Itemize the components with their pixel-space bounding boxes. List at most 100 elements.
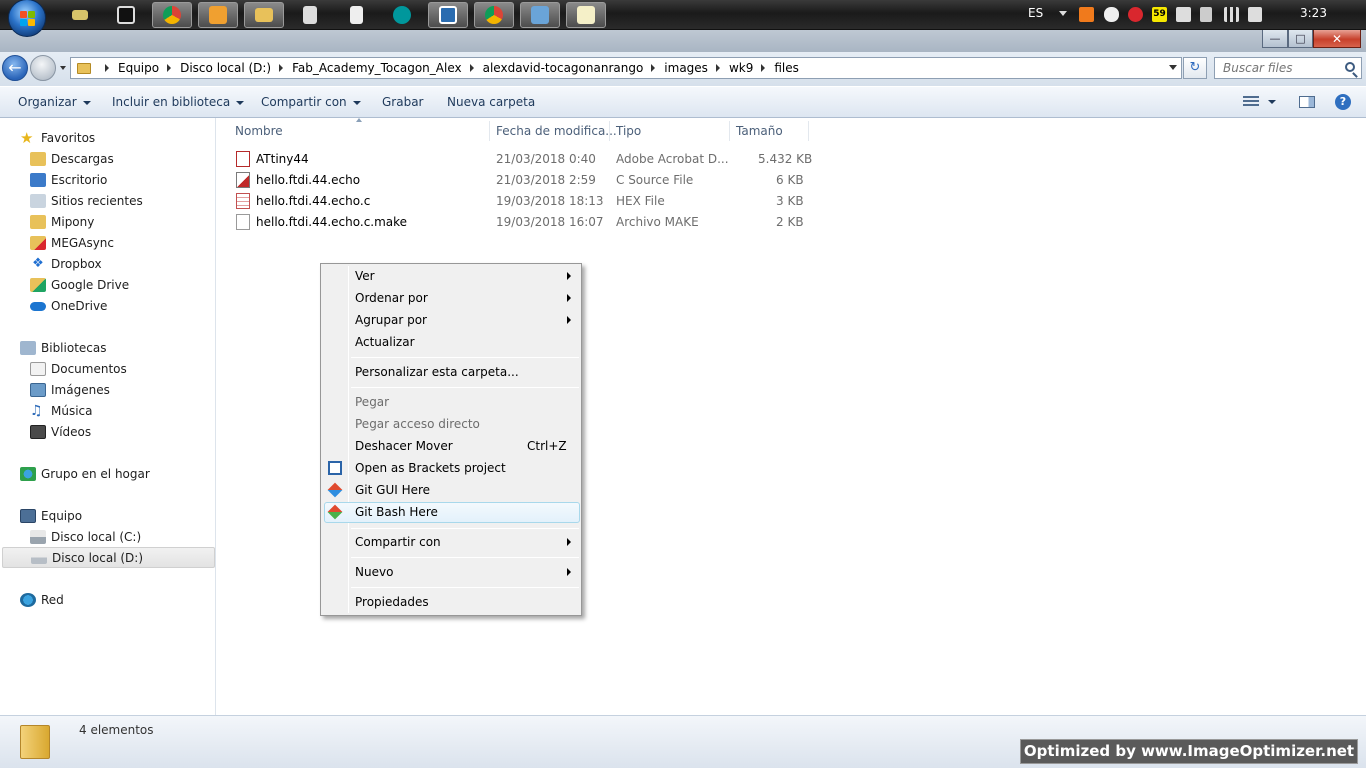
flag-alert-icon[interactable] [1176,7,1191,22]
taskbar-media-player[interactable] [198,2,238,28]
column-header-size[interactable]: Tamaño [736,124,783,140]
breadcrumb-disco-d[interactable]: Disco local (D:) [180,61,271,75]
new-folder-button[interactable]: Nueva carpeta [447,95,535,109]
search-input[interactable] [1215,58,1335,78]
taskbar-chrome[interactable] [152,2,192,28]
file-name[interactable]: hello.ftdi.44.echo [256,173,360,189]
menu-item-customize-folder[interactable]: Personalizar esta carpeta... [355,363,519,381]
breadcrumb-chevron-icon[interactable] [651,64,656,72]
menu-item-git-gui[interactable]: Git GUI Here [355,481,430,499]
forward-button[interactable] [30,55,56,81]
power-plug-icon[interactable] [1200,7,1212,22]
recent-pages-dropdown-icon[interactable] [60,66,66,70]
nav-item-descargas[interactable]: Descargas [30,149,114,169]
nav-item-google-drive[interactable]: Google Drive [30,275,129,295]
organize-menu-button[interactable]: Organizar [18,95,91,109]
search-box[interactable] [1214,57,1362,79]
nav-computer[interactable]: Equipo [20,506,82,526]
badge-59-icon[interactable]: 59 [1152,7,1167,22]
volume-icon[interactable] [1248,7,1262,22]
taskbar-arduino[interactable] [382,2,422,28]
include-library-button[interactable]: Incluir en biblioteca [112,95,245,109]
column-header-type[interactable]: Tipo [616,124,641,140]
breadcrumb-images[interactable]: images [664,61,708,75]
nav-item-documentos[interactable]: Documentos [30,359,127,379]
breadcrumb-repo[interactable]: alexdavid-tocagonanrango [483,61,644,75]
menu-item-properties[interactable]: Propiedades [355,593,429,611]
address-history-dropdown-icon[interactable] [1169,65,1177,70]
file-name[interactable]: ATtiny44 [256,152,309,168]
menu-item-view[interactable]: Ver [355,267,375,285]
search-icon[interactable] [1345,62,1355,72]
breadcrumb-chevron-icon[interactable] [761,64,766,72]
taskbar-notepad[interactable] [566,2,606,28]
breadcrumb-chevron-icon[interactable] [469,64,474,72]
taskbar-explorer[interactable] [244,2,284,28]
column-divider[interactable] [729,121,730,141]
nav-item-escritorio[interactable]: Escritorio [30,170,107,190]
nav-item-disco-d[interactable]: Disco local (D:) [2,547,215,568]
menu-item-share-with[interactable]: Compartir con [355,533,441,551]
breadcrumb-equipo[interactable]: Equipo [118,61,159,75]
nav-item-sitios-recientes[interactable]: Sitios recientes [30,191,143,211]
menu-item-sort-by[interactable]: Ordenar por [355,289,428,307]
help-icon[interactable]: ? [1335,94,1351,110]
mega-icon[interactable] [1128,7,1143,22]
nav-item-disco-c[interactable]: Disco local (C:) [30,527,141,547]
nav-item-videos[interactable]: Vídeos [30,422,91,442]
breadcrumb-wk9[interactable]: wk9 [729,61,753,75]
maximize-button[interactable]: □ [1288,30,1313,48]
breadcrumb-chevron-icon[interactable] [167,64,172,72]
network-signal-icon[interactable] [1224,7,1239,22]
nav-item-dropbox[interactable]: ❖ Dropbox [30,254,101,274]
preview-pane-icon[interactable] [1299,96,1315,108]
menu-item-refresh[interactable]: Actualizar [355,333,415,351]
change-view-icon[interactable] [1243,96,1259,108]
breadcrumb-chevron-icon[interactable] [715,64,720,72]
column-header-date[interactable]: Fecha de modifica... [496,124,617,140]
address-bar[interactable]: Equipo Disco local (D:) Fab_Academy_Toca… [70,57,1182,79]
breadcrumb-fab-academy[interactable]: Fab_Academy_Tocagon_Alex [292,61,461,75]
nav-item-megasync[interactable]: MEGAsync [30,233,114,253]
taskbar-app-icon[interactable] [290,2,330,28]
language-indicator[interactable]: ES [1028,6,1043,20]
burn-button[interactable]: Grabar [382,95,424,109]
nav-item-musica[interactable]: ♫ Música [30,401,93,421]
menu-item-group-by[interactable]: Agrupar por [355,311,427,329]
nav-homegroup[interactable]: Grupo en el hogar [20,464,150,484]
close-button[interactable]: ✕ [1313,30,1361,48]
column-divider[interactable] [489,121,490,141]
column-divider[interactable] [609,121,610,141]
taskbar-app-icon[interactable] [60,2,100,28]
window-titlebar[interactable] [0,30,1366,52]
taskbar-chrome-2[interactable] [474,2,514,28]
nav-item-mipony[interactable]: Mipony [30,212,94,232]
view-options-dropdown-icon[interactable] [1268,100,1276,104]
clock[interactable]: 3:23 [1300,6,1327,20]
breadcrumb-files[interactable]: files [774,61,799,75]
nav-item-onedrive[interactable]: OneDrive [30,296,107,316]
start-button[interactable] [8,0,46,37]
back-button[interactable]: ← [2,55,28,81]
menu-item-undo-move[interactable]: Deshacer Mover [355,437,453,455]
minimize-button[interactable]: — [1262,30,1288,48]
taskbar-app-window[interactable] [520,2,560,28]
breadcrumb-chevron-icon[interactable] [105,64,109,72]
show-hidden-icons-icon[interactable] [1059,11,1067,16]
taskbar-app-icon[interactable] [106,2,146,28]
share-with-button[interactable]: Compartir con [261,95,361,109]
refresh-button[interactable]: ↻ [1183,57,1207,79]
file-name[interactable]: hello.ftdi.44.echo.c [256,194,370,210]
menu-item-git-bash[interactable]: Git Bash Here [355,503,438,521]
nav-favorites[interactable]: ★ Favoritos [20,128,95,148]
file-name[interactable]: hello.ftdi.44.echo.c.make [256,215,407,231]
taskbar-calculator[interactable] [336,2,376,28]
column-header-name[interactable]: Nombre [235,124,283,140]
breadcrumb-chevron-icon[interactable] [279,64,284,72]
menu-item-new[interactable]: Nuevo [355,563,393,581]
nav-libraries[interactable]: Bibliotecas [20,338,106,358]
menu-item-open-brackets[interactable]: Open as Brackets project [355,459,506,477]
cloud-icon[interactable] [1104,7,1119,22]
nav-item-imagenes[interactable]: Imágenes [30,380,110,400]
nav-network[interactable]: Red [20,590,64,610]
